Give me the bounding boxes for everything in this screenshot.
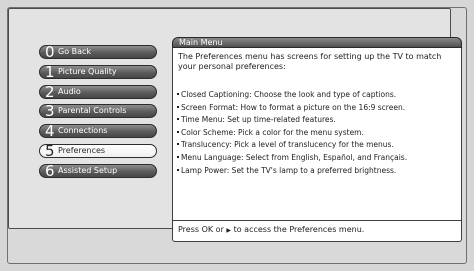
info-box: The Preferences menu has screens for set… (172, 41, 462, 242)
bullet-icon (177, 155, 179, 158)
bullet-icon (177, 168, 179, 171)
menu-item-parental-controls[interactable]: 3 Parental Controls (39, 102, 157, 120)
menu-item-preferences[interactable]: 5 Preferences (39, 142, 157, 160)
menu-item-assisted-setup[interactable]: 6 Assisted Setup (39, 162, 157, 180)
list-item: Menu Language: Select from English, Espa… (177, 152, 461, 165)
status-text-start: Press OK or (178, 225, 224, 234)
menu-item-number: 2 (45, 83, 55, 101)
menu-item-number: 3 (45, 102, 55, 120)
menu-item-number: 0 (45, 43, 55, 61)
list-item-text: Screen Format: How to format a picture o… (181, 102, 406, 112)
list-item: Translucency: Pick a level of translucen… (177, 139, 461, 152)
menu-item-number: 5 (45, 142, 55, 160)
bullet-icon (177, 93, 179, 95)
menu-item-label: Preferences (58, 146, 106, 155)
menu-item-number: 1 (45, 63, 55, 81)
menu-item-label: Connections (58, 126, 108, 135)
list-item: Time Menu: Set up time-related features. (177, 114, 461, 127)
play-arrow-icon: ▶ (226, 227, 232, 234)
list-item-text: Menu Language: Select from English, Espa… (181, 152, 408, 162)
menu-item-connections[interactable]: 4 Connections (39, 122, 157, 140)
intro-text: The Preferences menu has screens for set… (178, 52, 442, 71)
list-item-text: Lamp Power: Set the TV's lamp to a prefe… (181, 165, 397, 175)
list-item-text: Closed Captioning: Choose the look and t… (181, 90, 397, 99)
list-item: Lamp Power: Set the TV's lamp to a prefe… (177, 165, 461, 178)
list-item-text: Translucency: Pick a level of translucen… (181, 140, 394, 150)
menu-item-picture-quality[interactable]: 1 Picture Quality (39, 63, 157, 81)
menu-panel: 0 Go Back 1 Picture Quality 2 Audio 3 Pa… (8, 8, 462, 242)
menu-item-label: Go Back (58, 47, 92, 56)
menu-item-label: Picture Quality (58, 67, 117, 76)
list-item-text: Time Menu: Set up time-related features. (181, 115, 336, 125)
menu-item-label: Audio (58, 87, 81, 96)
divider (173, 220, 461, 221)
menu-title: Main Menu (172, 37, 462, 48)
menu-item-number: 6 (45, 162, 55, 180)
list-item: Closed Captioning: Choose the look and t… (177, 89, 461, 102)
list-item-text: Color Scheme: Pick a color for the menu … (181, 127, 364, 137)
bullet-icon (177, 143, 179, 146)
menu-item-label: Parental Controls (58, 106, 127, 115)
feature-list: Closed Captioning: Choose the look and t… (177, 89, 461, 177)
bullet-icon (177, 130, 179, 133)
status-hint: Press OK or ▶ to access the Preferences … (178, 225, 460, 236)
list-item: Color Scheme: Pick a color for the menu … (177, 127, 461, 140)
bullet-icon (177, 118, 179, 121)
menu-item-go-back[interactable]: 0 Go Back (39, 43, 157, 61)
status-text-end: to access the Preferences menu. (233, 225, 365, 234)
menu-item-audio[interactable]: 2 Audio (39, 83, 157, 101)
menu-item-number: 4 (45, 122, 55, 140)
bullet-icon (177, 105, 179, 108)
menu-item-label: Assisted Setup (58, 166, 118, 175)
list-item: Screen Format: How to format a picture o… (177, 102, 461, 115)
screen-frame: 0 Go Back 1 Picture Quality 2 Audio 3 Pa… (7, 7, 467, 264)
